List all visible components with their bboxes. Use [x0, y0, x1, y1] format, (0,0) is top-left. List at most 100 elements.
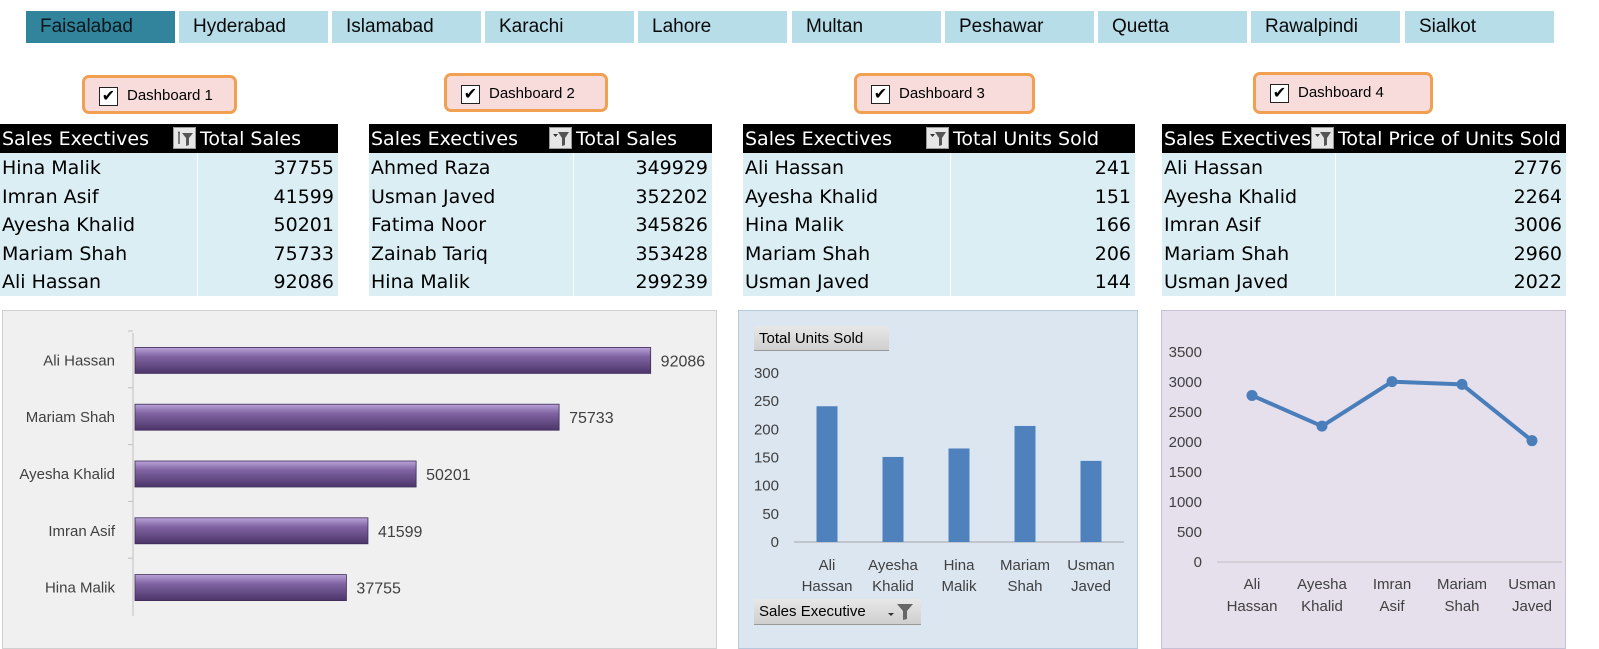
sort-filter-icon[interactable] — [173, 127, 196, 149]
executive-name: Ali Hassan — [745, 157, 845, 179]
table-row[interactable]: Ayesha Khalid 151 — [743, 181, 1135, 210]
line-chart-svg: 0 500 1000 1500 2000 2500 3000 3500 Ali Hassan Aye… — [1169, 344, 1562, 615]
dashboard-1-toggle[interactable]: ✔ Dashboard 1 — [82, 75, 237, 114]
table-row[interactable]: Ali Hassan 241 — [743, 153, 1135, 182]
x-tick-label: Asif — [1379, 598, 1405, 615]
tab-karachi[interactable]: Karachi — [485, 11, 634, 43]
table-row[interactable]: Ali Hassan 92086 — [0, 267, 338, 296]
x-tick-label: Usman — [1508, 576, 1556, 593]
cell-value: 3006 — [1513, 214, 1562, 236]
table-row[interactable]: Ayesha Khalid 50201 — [0, 210, 338, 239]
dashboard-3-toggle[interactable]: ✔ Dashboard 3 — [854, 73, 1035, 114]
y-tick-label: 300 — [754, 365, 779, 382]
tab-multan[interactable]: Multan — [792, 11, 941, 43]
column-bar — [882, 456, 904, 542]
column-bar — [1014, 425, 1036, 542]
y-tick-label: 3500 — [1169, 344, 1202, 361]
table-row[interactable]: Mariam Shah 2960 — [1162, 238, 1566, 267]
price-line-chart: 0 500 1000 1500 2000 2500 3000 3500 Ali Hassan Aye… — [1161, 310, 1566, 649]
bar — [134, 460, 417, 488]
filter-icon[interactable] — [1311, 127, 1334, 149]
x-tick-label: Ali — [819, 557, 836, 574]
data-point-marker — [1456, 378, 1468, 390]
dashboard-4-toggle[interactable]: ✔ Dashboard 4 — [1253, 72, 1433, 114]
pivot-table-3: Sales Exectives Total Units Sold Ali Hassa… — [743, 124, 1135, 296]
table-row[interactable]: Imran Asif 3006 — [1162, 210, 1566, 239]
cell-value: 349929 — [635, 157, 708, 179]
checkbox-icon[interactable]: ✔ — [1270, 84, 1289, 103]
table-row[interactable]: Ayesha Khalid 2264 — [1162, 181, 1566, 210]
cell-value: 299239 — [635, 271, 708, 293]
dashboard-2-toggle[interactable]: ✔ Dashboard 2 — [444, 73, 608, 112]
checkbox-icon[interactable]: ✔ — [99, 87, 118, 106]
executive-name: Ayesha Khalid — [1164, 185, 1298, 208]
cell-value: 241 — [1094, 157, 1131, 179]
y-tick-label: 200 — [754, 421, 779, 438]
category-label: Hina Malik — [45, 580, 116, 597]
table-row[interactable]: Ahmed Raza 349929 — [369, 153, 712, 182]
x-tick-label: Khalid — [1301, 598, 1343, 615]
cell-value: 144 — [1094, 271, 1131, 293]
tab-hyderabad[interactable]: Hyderabad — [179, 11, 328, 43]
table-row[interactable]: Usman Javed 352202 — [369, 181, 712, 210]
executive-name: Ali Hassan — [2, 271, 102, 293]
pivot-header: Sales Exectives Total Sales — [369, 124, 712, 153]
table-row[interactable]: Usman Javed 144 — [743, 267, 1135, 296]
pivot-table-1: Sales Exectives Total Sales Hina Malik 3775… — [0, 124, 338, 296]
cell-value: 75733 — [273, 242, 334, 265]
tab-quetta[interactable]: Quetta — [1098, 11, 1247, 43]
series-line — [1251, 379, 1534, 443]
tab-lahore[interactable]: Lahore — [638, 11, 787, 43]
x-tick-label: Javed — [1071, 578, 1111, 595]
table-row[interactable]: Hina Malik 166 — [743, 210, 1135, 239]
y-tick-label: 250 — [754, 393, 779, 410]
filter-dropdown-icon[interactable] — [888, 603, 916, 621]
x-tick-label: Ali — [1244, 576, 1261, 593]
table-row[interactable]: Hina Malik 299239 — [369, 267, 712, 296]
tab-sialkot[interactable]: Sialkot — [1405, 11, 1554, 43]
data-label: 37755 — [356, 581, 401, 598]
dashboard-label: Dashboard 1 — [127, 87, 213, 104]
x-tick-label: Hina — [944, 557, 976, 574]
category-label: Ayesha Khalid — [19, 466, 115, 483]
x-tick-label: Mariam — [1000, 557, 1050, 574]
category-label: Imran Asif — [48, 523, 116, 540]
x-tick-label: Imran — [1373, 576, 1411, 593]
table-row[interactable]: Zainab Tariq 353428 — [369, 238, 712, 267]
checkbox-icon[interactable]: ✔ — [871, 85, 890, 104]
tab-faisalabad[interactable]: Faisalabad — [26, 11, 175, 43]
cell-value: 2776 — [1513, 157, 1562, 179]
executive-name: Usman Javed — [1164, 271, 1289, 293]
bar — [134, 403, 560, 431]
table-row[interactable]: Usman Javed 2022 — [1162, 267, 1566, 296]
pivot-header: Sales Exectives Total Sales — [0, 124, 338, 153]
filter-icon[interactable] — [926, 127, 949, 149]
table-row[interactable]: Hina Malik 37755 — [0, 153, 338, 182]
x-tick-label: Hassan — [802, 578, 853, 595]
tab-islamabad[interactable]: Islamabad — [332, 11, 481, 43]
x-tick-label: Hassan — [1227, 598, 1278, 615]
executive-name: Usman Javed — [745, 271, 870, 293]
table-row[interactable]: Imran Asif 41599 — [0, 181, 338, 210]
tab-peshawar[interactable]: Peshawar — [945, 11, 1094, 43]
table-row[interactable]: Ali Hassan 2776 — [1162, 153, 1566, 182]
column-header-value: Total Sales — [200, 128, 301, 150]
pivot-header: Sales Exectives Total Price of Units Sold — [1162, 124, 1566, 153]
bar — [134, 347, 652, 374]
executive-name: Usman Javed — [371, 185, 496, 208]
table-row[interactable]: Mariam Shah 206 — [743, 238, 1135, 267]
cell-value: 353428 — [635, 242, 708, 265]
x-tick-label: Usman — [1067, 557, 1115, 574]
executive-name: Mariam Shah — [2, 242, 128, 265]
executive-name: Imran Asif — [1164, 214, 1261, 236]
table-row[interactable]: Fatima Noor 345826 — [369, 210, 712, 239]
tab-rawalpindi[interactable]: Rawalpindi — [1251, 11, 1400, 43]
column-bar — [948, 448, 970, 542]
table-row[interactable]: Mariam Shah 75733 — [0, 238, 338, 267]
column-header-executives: Sales Exectives — [371, 128, 518, 150]
column-header-value: Total Units Sold — [953, 128, 1100, 150]
filter-icon[interactable] — [549, 127, 572, 149]
bar — [134, 517, 369, 545]
checkbox-icon[interactable]: ✔ — [461, 85, 480, 104]
axis-field-button[interactable]: Sales Executive — [754, 599, 921, 625]
